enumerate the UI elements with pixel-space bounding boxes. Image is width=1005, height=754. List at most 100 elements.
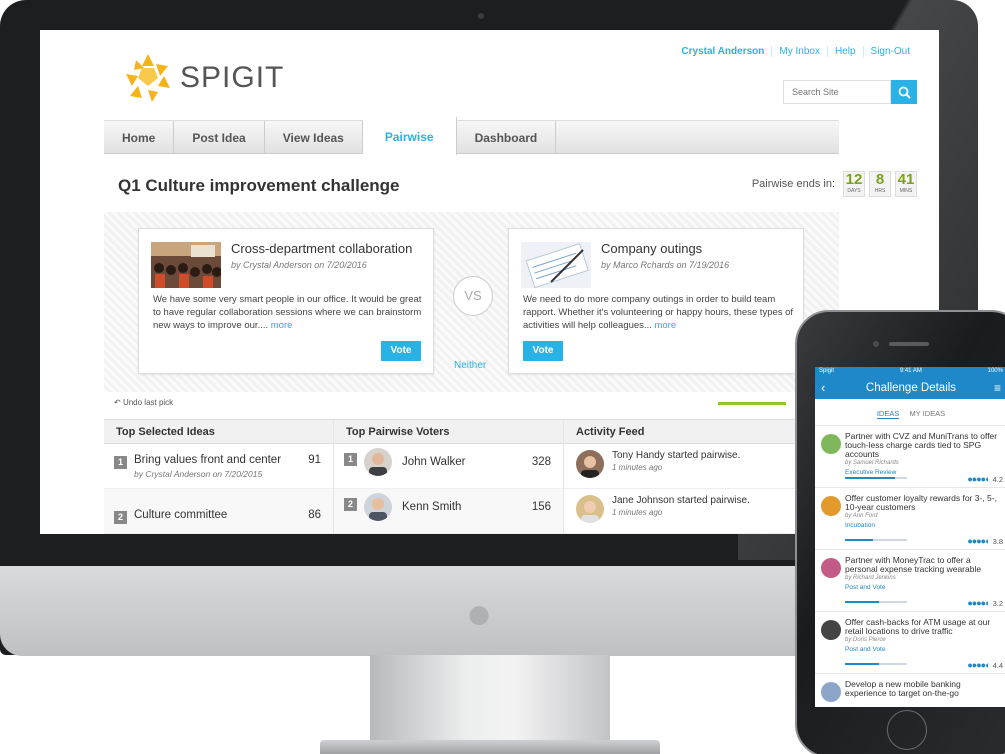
activity-text: Tony Handy started pairwise. [612, 450, 741, 461]
idea-author: by Richard Jenkins [845, 575, 896, 581]
tab-ideas[interactable]: IDEAS [876, 409, 900, 419]
avatar [364, 448, 392, 476]
top-selected-ideas: Top Selected Ideas 1 Bring values front … [104, 420, 334, 534]
list-item[interactable]: Partner with MoneyTrac to offer a person… [815, 549, 1005, 611]
rating-value: 3.2 [992, 599, 1003, 608]
idea-thumbnail [821, 682, 841, 702]
rank-badge: 1 [114, 456, 127, 469]
idea-title[interactable]: Culture committee [134, 509, 227, 521]
document-photo-icon [521, 242, 591, 288]
neither-link[interactable]: Neither [454, 360, 486, 371]
leaderboards: Top Selected Ideas 1 Bring values front … [104, 419, 839, 534]
phone-camera-icon [873, 341, 879, 347]
voter-name[interactable]: Kenn Smith [402, 501, 461, 513]
top-pairwise-voters: Top Pairwise Voters 1 John Walker 328 2 [334, 420, 564, 534]
list-item[interactable]: Offer cash-backs for ATM usage at our re… [815, 611, 1005, 673]
idea-thumbnail [821, 496, 841, 516]
list-item[interactable]: Partner with CVZ and MuniTrans to offer … [815, 425, 1005, 487]
idea-title[interactable]: Develop a new mobile banking experience … [845, 680, 1001, 698]
stage-progress [845, 477, 907, 479]
left-idea-byline: by Crystal Anderson on 7/20/2016 [231, 260, 367, 270]
voter-score: 328 [531, 456, 551, 468]
vs-badge: VS [453, 276, 493, 316]
rank-badge: 2 [114, 511, 127, 524]
tab-home[interactable]: Home [104, 121, 175, 153]
right-more-link[interactable]: more [654, 320, 676, 331]
idea-title[interactable]: Partner with CVZ and MuniTrans to offer … [845, 432, 1001, 459]
undo-icon: ↶ [114, 398, 123, 407]
hamburger-menu-icon[interactable]: ≡ [994, 377, 1001, 399]
idea-stage: Post and Vote [845, 646, 886, 653]
idea-score: 86 [308, 509, 321, 521]
table-row[interactable]: 2 Kenn Smith 156 [334, 489, 563, 534]
timer-days: 12 DAYS [843, 171, 865, 197]
vote-right-button[interactable]: Vote [523, 341, 563, 361]
rating-value: 4.4 [992, 661, 1003, 670]
pairwise-progress [718, 402, 786, 405]
user-link[interactable]: Crystal Anderson [674, 46, 771, 57]
search-bar [783, 80, 917, 104]
timer-label: Pairwise ends in: [751, 178, 835, 190]
search-button[interactable] [891, 80, 917, 104]
idea-stage: Post and Vote [845, 584, 886, 591]
undo-link[interactable]: ↶ Undo last pick [114, 398, 173, 407]
list-item[interactable]: Develop a new mobile banking experience … [815, 673, 1005, 707]
idea-thumbnail [821, 558, 841, 578]
phone-header: ‹ Challenge Details ≡ [815, 377, 1005, 399]
idea-author: by Ann Ford [845, 513, 878, 519]
tab-view-ideas[interactable]: View Ideas [265, 121, 363, 153]
vote-left-button[interactable]: Vote [381, 341, 421, 361]
left-more-link[interactable]: more [271, 320, 293, 331]
spigit-logo-icon [126, 54, 170, 102]
clock: 9:41 AM [899, 368, 922, 374]
rating-stars: ●●●●◐ 3.2 [967, 598, 1003, 608]
phone-screen: Spigit 9:41 AM 100% ‹ Challenge Details … [815, 367, 1005, 707]
imac-stand [370, 655, 610, 745]
top-selected-header: Top Selected Ideas [104, 420, 333, 444]
rating-stars: ●●●●◐ 3.8 [967, 536, 1003, 546]
home-button[interactable] [887, 710, 927, 750]
idea-title[interactable]: Offer cash-backs for ATM usage at our re… [845, 618, 1001, 636]
voter-name[interactable]: John Walker [402, 456, 466, 468]
activity-text: Jane Johnson started pairwise. [612, 495, 750, 506]
idea-thumbnail [821, 434, 841, 454]
stage: Crystal Anderson My Inbox Help Sign-Out [0, 0, 1005, 754]
tab-post-idea[interactable]: Post Idea [174, 121, 265, 153]
stage-progress [845, 601, 907, 603]
back-chevron-icon[interactable]: ‹ [821, 377, 825, 399]
tab-pairwise[interactable]: Pairwise [362, 117, 457, 155]
right-idea-title[interactable]: Company outings [601, 241, 702, 256]
timer-hours: 8 HRS [869, 171, 891, 197]
brand-name: SPIGIT [180, 61, 285, 94]
activity-time: 1 minutes ago [612, 508, 663, 517]
list-item[interactable]: Offer customer loyalty rewards for 3-, 5… [815, 487, 1005, 549]
tab-dashboard[interactable]: Dashboard [457, 121, 557, 153]
idea-title[interactable]: Partner with MoneyTrac to offer a person… [845, 556, 1001, 574]
help-link[interactable]: Help [826, 46, 863, 57]
search-input[interactable] [783, 80, 891, 104]
activity-time: 1 minutes ago [612, 463, 663, 472]
table-row[interactable]: 2 Culture committee 86 [104, 489, 333, 534]
brand-logo[interactable]: SPIGIT [122, 52, 284, 104]
idea-card-left[interactable]: Cross-department collaboration by Crysta… [138, 228, 434, 374]
tab-my-ideas[interactable]: MY IDEAS [909, 409, 945, 418]
right-idea-description: We need to do more company outings in or… [523, 294, 794, 331]
table-row[interactable]: 1 John Walker 328 [334, 444, 563, 489]
phone-frame: Spigit 9:41 AM 100% ‹ Challenge Details … [795, 310, 1005, 754]
idea-title[interactable]: Bring values front and center [134, 454, 281, 466]
idea-title[interactable]: Offer customer loyalty rewards for 3-, 5… [845, 494, 1001, 512]
left-idea-title[interactable]: Cross-department collaboration [231, 241, 412, 256]
idea-score: 91 [308, 454, 321, 466]
rank-badge: 1 [344, 453, 357, 466]
rating-stars: ●●●●◐ 4.4 [967, 660, 1003, 670]
left-idea-description: We have some very smart people in our of… [153, 294, 422, 331]
apple-logo-icon: ● [465, 589, 493, 638]
table-row[interactable]: 1 Bring values front and center by Cryst… [104, 444, 333, 489]
phone-speaker-icon [889, 342, 929, 346]
idea-card-right[interactable]: Company outings by Marco Rchards on 7/19… [508, 228, 804, 374]
timer-minutes: 41 MINS [895, 171, 917, 197]
signout-link[interactable]: Sign-Out [862, 46, 917, 57]
inbox-link[interactable]: My Inbox [771, 46, 827, 57]
status-bar: Spigit 9:41 AM 100% [815, 367, 1005, 377]
avatar [364, 493, 392, 521]
